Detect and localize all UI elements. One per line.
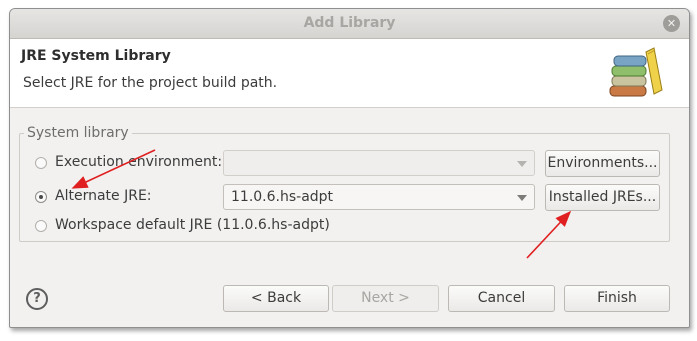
- page-title: JRE System Library: [21, 48, 171, 64]
- radio-label: Alternate JRE:: [55, 188, 152, 204]
- window-title: Add Library: [303, 15, 396, 31]
- radio-label: Workspace default JRE (11.0.6.hs-adpt): [55, 217, 330, 233]
- page-description: Select JRE for the project build path.: [23, 75, 278, 91]
- help-icon[interactable]: ?: [26, 288, 48, 310]
- environments-button[interactable]: Environments...: [545, 150, 660, 177]
- chevron-down-icon: [517, 161, 527, 167]
- radio-button[interactable]: [35, 157, 47, 169]
- execution-environment-select[interactable]: [223, 150, 535, 176]
- next-button: Next >: [332, 285, 439, 312]
- installed-jres-button[interactable]: Installed JREs...: [545, 184, 660, 211]
- select-value: 11.0.6.hs-adpt: [231, 189, 334, 205]
- cancel-button[interactable]: Cancel: [448, 285, 555, 312]
- add-library-dialog: Add Library ✕ JRE System Library Select …: [9, 8, 690, 328]
- alternate-jre-select[interactable]: 11.0.6.hs-adpt: [223, 184, 535, 210]
- finish-button[interactable]: Finish: [564, 285, 670, 312]
- group-label: System library: [24, 125, 132, 141]
- chevron-down-icon: [517, 195, 527, 201]
- close-icon[interactable]: ✕: [663, 15, 680, 32]
- title-bar[interactable]: Add Library ✕: [10, 9, 689, 39]
- radio-label: Execution environment:: [55, 154, 223, 170]
- radio-button[interactable]: [35, 191, 47, 203]
- back-button[interactable]: < Back: [223, 285, 329, 312]
- radio-button[interactable]: [35, 220, 47, 232]
- wizard-header: JRE System Library Select JRE for the pr…: [10, 39, 689, 108]
- library-books-icon: [609, 47, 663, 97]
